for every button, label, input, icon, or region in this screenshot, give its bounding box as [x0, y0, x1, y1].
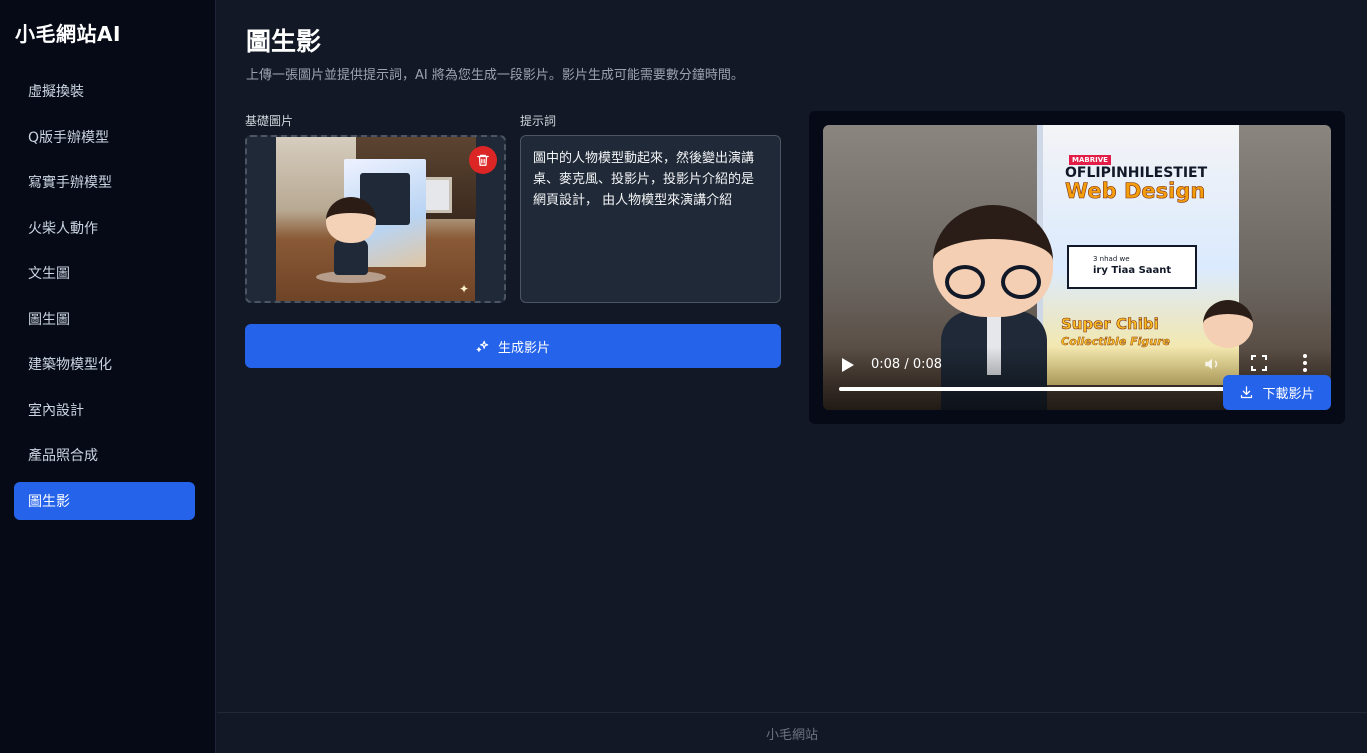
fullscreen-icon[interactable] — [1251, 355, 1267, 371]
download-icon — [1241, 386, 1253, 399]
delete-image-button[interactable] — [469, 146, 497, 174]
uploaded-image-preview: ✦ — [276, 137, 476, 301]
prompt-label: 提示詞 — [520, 114, 557, 128]
video-frame-poster: MABRIVE OFLIPINHILESTIET Web Design 3 nh… — [1043, 125, 1239, 385]
download-video-label: 下載影片 — [1262, 387, 1315, 402]
sidebar-item-text-to-image[interactable]: 文生圖 — [14, 254, 195, 292]
base-image-label: 基礎圖片 — [245, 114, 294, 128]
generate-video-button[interactable]: 生成影片 — [245, 324, 781, 368]
volume-icon[interactable] — [1203, 355, 1221, 373]
sidebar-nav: 虛擬換裝 Q版手辦模型 寫實手辦模型 火柴人動作 文生圖 圖生圖 建築物模型化 … — [14, 72, 195, 527]
prompt-input[interactable] — [520, 135, 781, 303]
video-time-display: 0:08 / 0:08 — [871, 357, 943, 372]
footer-text: 小毛網站 — [765, 727, 818, 743]
brand-logo[interactable]: 小毛網站AI — [15, 18, 121, 47]
sparkle-icon: ✦ — [459, 282, 470, 296]
sidebar-item-realistic-figure[interactable]: 寫實手辦模型 — [14, 163, 195, 201]
footer: 小毛網站 — [217, 712, 1367, 753]
play-icon[interactable] — [841, 357, 855, 373]
sparkles-icon — [476, 340, 489, 352]
sidebar: 小毛網站AI 虛擬換裝 Q版手辦模型 寫實手辦模型 火柴人動作 文生圖 圖生圖 … — [0, 0, 216, 753]
sidebar-item-image-to-image[interactable]: 圖生圖 — [14, 300, 195, 338]
sidebar-item-virtual-tryon[interactable]: 虛擬換裝 — [14, 72, 195, 110]
sidebar-item-building-model[interactable]: 建築物模型化 — [14, 345, 195, 383]
generate-video-label: 生成影片 — [497, 340, 550, 356]
sidebar-item-interior-design[interactable]: 室內設計 — [14, 391, 195, 429]
video-player[interactable]: MABRIVE OFLIPINHILESTIET Web Design 3 nh… — [823, 125, 1331, 410]
page-subtitle: 上傳一張圖片並提供提示詞，AI 將為您生成一段影片。影片生成可能需要數分鐘時間。 — [246, 68, 744, 83]
page-title: 圖生影 — [246, 27, 322, 56]
video-result-panel: MABRIVE OFLIPINHILESTIET Web Design 3 nh… — [809, 111, 1345, 424]
sidebar-item-image-to-video[interactable]: 圖生影 — [14, 481, 195, 520]
sidebar-item-stickman-pose[interactable]: 火柴人動作 — [14, 209, 195, 247]
trash-icon — [477, 154, 489, 166]
sidebar-item-product-composite[interactable]: 產品照合成 — [14, 436, 195, 474]
download-video-button[interactable]: 下載影片 — [1223, 375, 1331, 410]
sidebar-item-chibi-figure[interactable]: Q版手辦模型 — [14, 118, 195, 156]
more-vertical-icon[interactable] — [1301, 353, 1309, 373]
image-upload-dropzone[interactable]: ✦ — [245, 135, 506, 303]
main-content: 圖生影 上傳一張圖片並提供提示詞，AI 將為您生成一段影片。影片生成可能需要數分… — [217, 0, 1367, 712]
